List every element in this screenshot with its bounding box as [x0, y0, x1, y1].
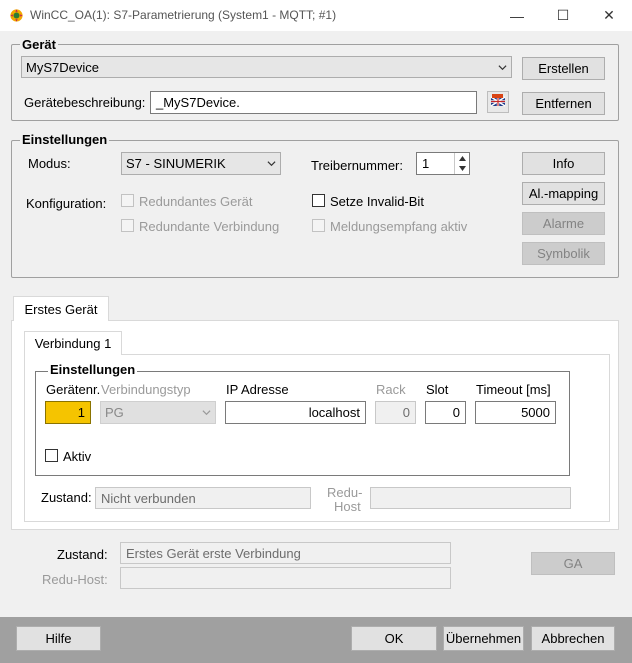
connection-settings-label: Einstellungen — [48, 362, 138, 377]
geraetenr-label: Gerätenr. — [46, 382, 101, 397]
connection-zustand-label: Zustand: — [41, 490, 92, 505]
device-select[interactable]: MyS7Device — [21, 56, 512, 78]
rack-label: Rack — [376, 382, 406, 397]
ok-button[interactable]: OK — [351, 626, 437, 651]
chevron-down-icon — [267, 161, 276, 167]
verbindungstyp-value: PG — [105, 405, 124, 420]
treibernummer-label: Treibernummer: — [311, 158, 403, 173]
chevron-down-icon — [202, 410, 211, 416]
konfiguration-label: Konfiguration: — [26, 196, 107, 211]
aktiv-label: Aktiv — [63, 449, 92, 464]
timeout-value: 5000 — [521, 405, 550, 420]
setze-invalid-bit-label: Setze Invalid-Bit — [330, 194, 424, 209]
symbolik-button[interactable]: Symbolik — [522, 242, 605, 265]
ga-button[interactable]: GA — [531, 552, 615, 575]
uebernehmen-button[interactable]: Übernehmen — [443, 626, 524, 651]
meldungsempfang-checkbox[interactable] — [312, 219, 325, 232]
description-value: _MyS7Device. — [156, 95, 240, 110]
slot-input[interactable]: 0 — [425, 401, 466, 424]
connection-zustand-field: Nicht verbunden — [95, 487, 311, 509]
flag-eraser-button[interactable] — [487, 91, 509, 113]
spin-up-button[interactable] — [454, 153, 469, 163]
setze-invalid-bit-checkbox[interactable] — [312, 194, 325, 207]
status-zustand-value: Erstes Gerät erste Verbindung — [126, 545, 301, 561]
redu-host-label-line2: Host — [334, 499, 361, 514]
spin-down-button[interactable] — [454, 163, 469, 174]
redundantes-geraet-checkbox[interactable] — [121, 194, 134, 207]
tab-erstes-geraet[interactable]: Erstes Gerät — [13, 296, 109, 321]
aktiv-checkbox[interactable] — [45, 449, 58, 462]
hilfe-button[interactable]: Hilfe — [16, 626, 101, 651]
create-button[interactable]: Erstellen — [522, 57, 605, 80]
redundantes-geraet-label: Redundantes Gerät — [139, 194, 253, 209]
device-select-value: MyS7Device — [26, 59, 99, 75]
window-title: WinCC_OA(1): S7-Parametrierung (System1 … — [30, 8, 337, 22]
treibernummer-value: 1 — [422, 156, 430, 171]
maximize-button[interactable]: ☐ — [540, 0, 586, 31]
close-button[interactable]: ✕ — [586, 0, 632, 31]
slot-value: 0 — [452, 405, 460, 420]
tab-verbindung-1[interactable]: Verbindung 1 — [24, 331, 122, 355]
connection-redu-host-field — [370, 487, 571, 509]
connection-zustand-value: Nicht verbunden — [101, 490, 196, 506]
redu-host-label-line1: Redu- — [327, 485, 363, 500]
ip-input[interactable]: localhost — [225, 401, 366, 424]
info-button[interactable]: Info — [522, 152, 605, 175]
description-input[interactable]: _MyS7Device. — [150, 91, 477, 114]
minimize-button[interactable]: — — [494, 0, 540, 31]
status-redu-host-label: Redu-Host: — [42, 572, 108, 587]
spin-down-icon — [458, 166, 466, 171]
remove-button[interactable]: Entfernen — [522, 92, 605, 115]
minimize-icon: — — [510, 7, 524, 24]
geraetenr-value: 1 — [77, 405, 85, 420]
rack-input[interactable]: 0 — [375, 401, 416, 424]
redundante-verbindung-checkbox[interactable] — [121, 219, 134, 232]
slot-label: Slot — [426, 382, 449, 397]
status-zustand-field: Erstes Gerät erste Verbindung — [120, 542, 451, 564]
ip-value: localhost — [308, 405, 360, 420]
wincc-oa-app-icon — [10, 9, 23, 22]
timeout-label: Timeout [ms] — [476, 382, 551, 397]
redundante-verbindung-label: Redundante Verbindung — [139, 219, 280, 234]
verbindungstyp-select[interactable]: PG — [100, 401, 216, 424]
verbindungstyp-label: Verbindungstyp — [101, 382, 191, 397]
meldungsempfang-label: Meldungsempfang aktiv — [330, 219, 468, 234]
timeout-input[interactable]: 5000 — [475, 401, 556, 424]
rack-value: 0 — [402, 405, 410, 420]
geraetenr-input[interactable]: 1 — [45, 401, 91, 424]
modus-label: Modus: — [28, 156, 71, 171]
al-mapping-button[interactable]: Al.-mapping — [522, 182, 605, 205]
abbrechen-button[interactable]: Abbrechen — [531, 626, 615, 651]
status-zustand-label: Zustand: — [57, 547, 108, 562]
modus-value: S7 - SINUMERIK — [126, 156, 226, 171]
description-label: Gerätebeschreibung: — [24, 95, 146, 110]
maximize-icon: ☐ — [556, 7, 570, 23]
einstellungen-group-label: Einstellungen — [20, 132, 110, 147]
flag-eraser-icon — [490, 94, 506, 107]
close-icon: ✕ — [603, 7, 615, 23]
alarme-button[interactable]: Alarme — [522, 212, 605, 235]
ip-label: IP Adresse — [226, 382, 289, 397]
geraet-group-label: Gerät — [20, 37, 58, 52]
status-redu-host-field — [120, 567, 451, 589]
modus-select[interactable]: S7 - SINUMERIK — [121, 152, 281, 175]
chevron-down-icon — [498, 64, 507, 70]
spin-up-icon — [458, 155, 466, 161]
